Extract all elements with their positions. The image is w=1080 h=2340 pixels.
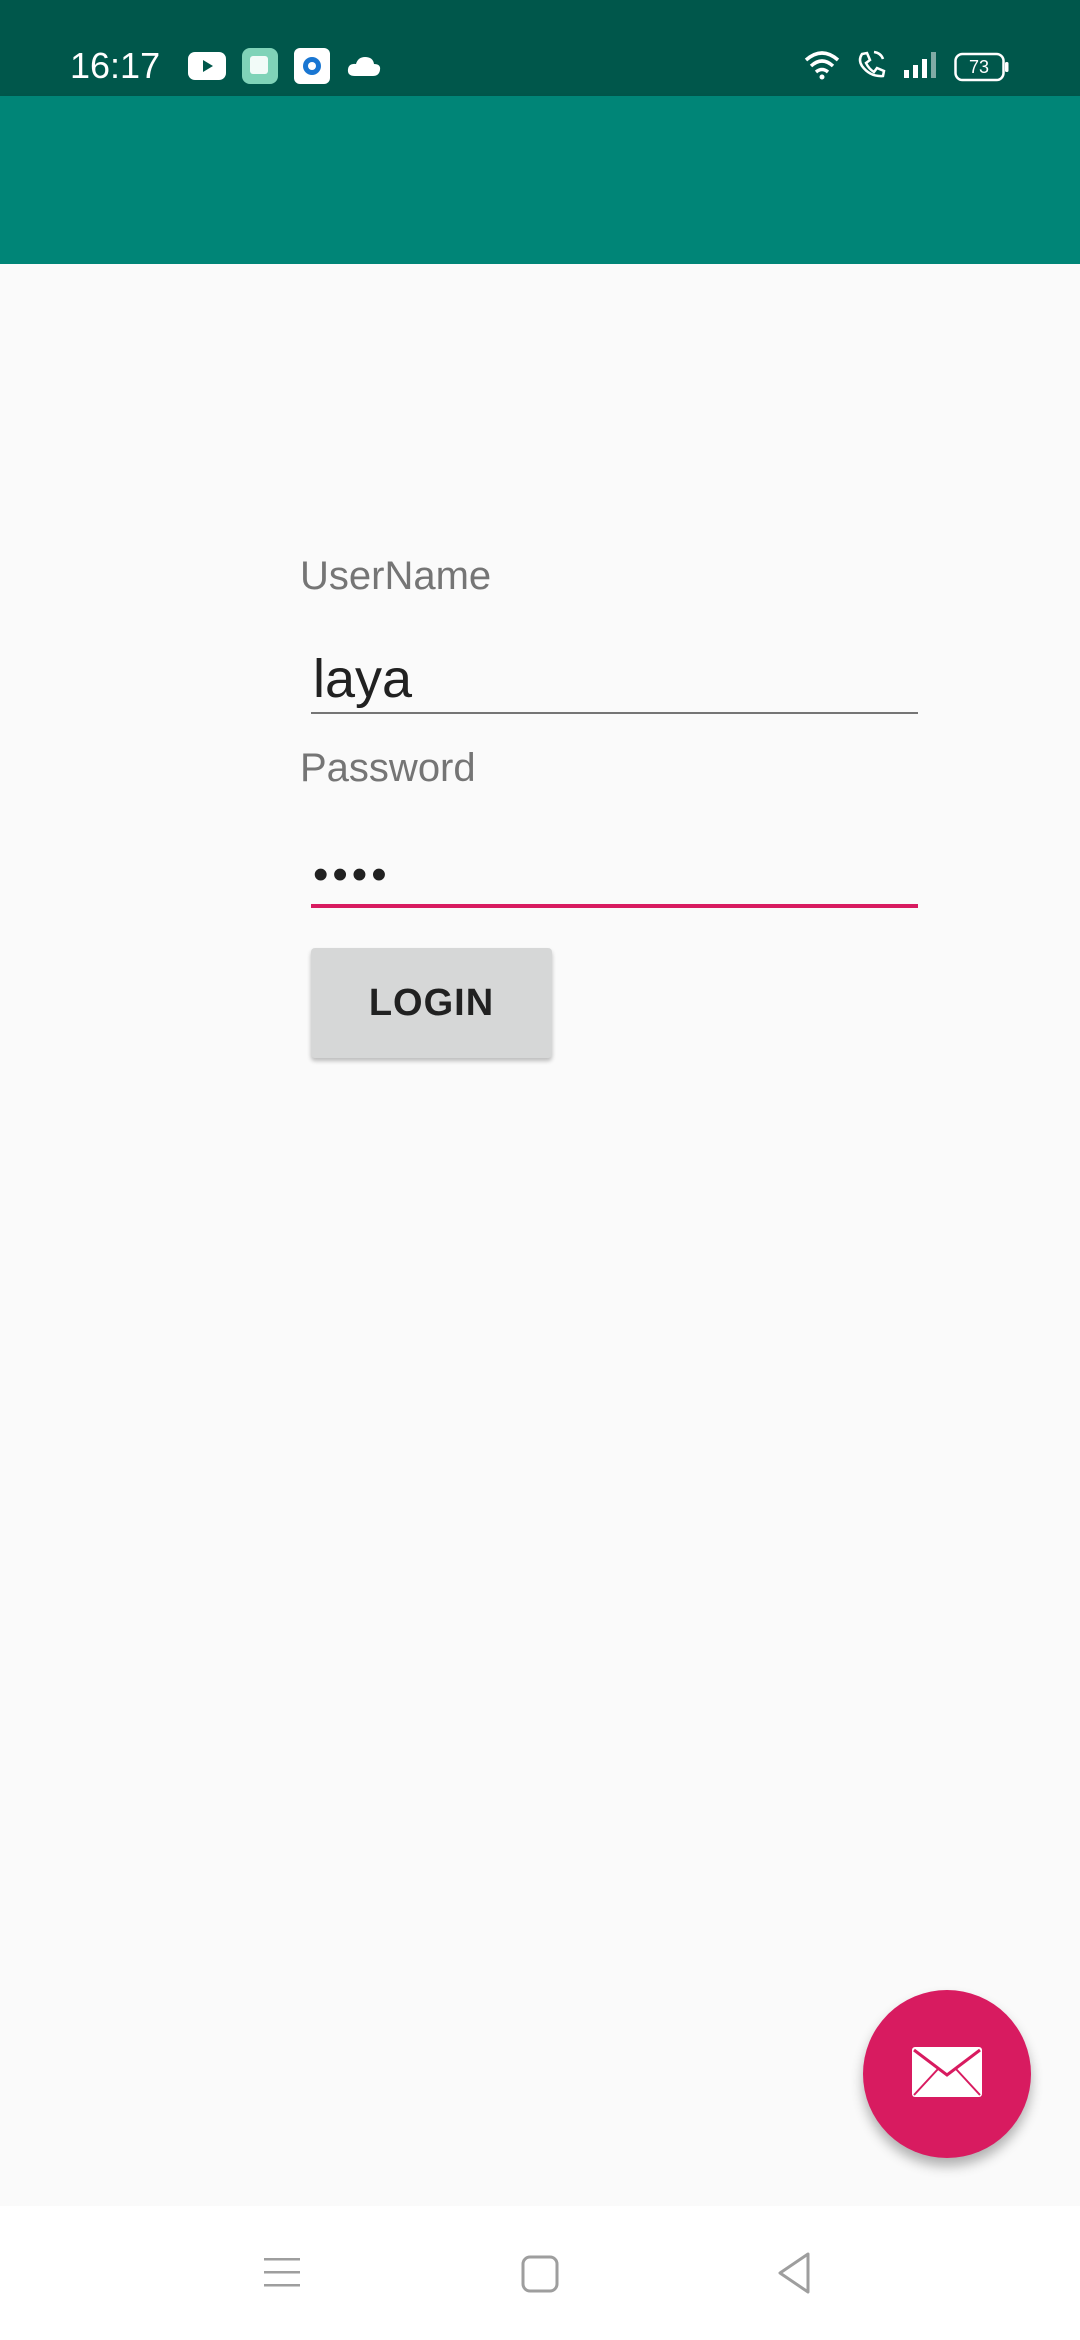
username-underline bbox=[311, 712, 918, 714]
email-icon bbox=[910, 2045, 984, 2104]
status-right-icons: 73 bbox=[802, 48, 1010, 85]
status-app-icons bbox=[188, 48, 382, 89]
youtube-icon bbox=[188, 52, 226, 85]
login-form: UserName laya Password •••• bbox=[0, 264, 1080, 2206]
password-underline bbox=[311, 904, 918, 908]
app-bar bbox=[0, 96, 1080, 264]
battery-icon: 73 bbox=[954, 52, 1010, 82]
navigation-bar bbox=[0, 2206, 1080, 2340]
battery-level: 73 bbox=[968, 56, 990, 77]
gallery-icon bbox=[242, 48, 278, 89]
wifi-calling-icon bbox=[854, 48, 890, 85]
email-fab[interactable] bbox=[863, 1990, 1031, 2158]
menu-icon[interactable] bbox=[262, 2254, 302, 2295]
password-label: Password bbox=[300, 746, 476, 790]
signal-icon bbox=[902, 48, 942, 85]
wifi-icon bbox=[802, 48, 842, 85]
camera-app-icon bbox=[294, 48, 330, 89]
username-input[interactable]: laya bbox=[311, 634, 918, 710]
status-time: 16:17 bbox=[70, 45, 161, 86]
back-icon[interactable] bbox=[774, 2250, 814, 2301]
cloud-icon bbox=[346, 54, 382, 83]
password-input[interactable]: •••• bbox=[311, 824, 918, 900]
login-button[interactable]: LOGIN bbox=[311, 948, 552, 1058]
home-icon[interactable] bbox=[520, 2254, 560, 2299]
status-bar: 16:17 73 bbox=[0, 0, 1080, 96]
username-label: UserName bbox=[300, 554, 492, 598]
